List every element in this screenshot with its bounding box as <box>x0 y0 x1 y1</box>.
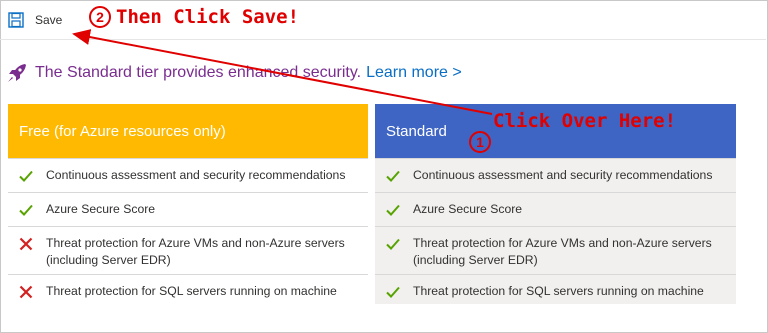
save-icon <box>8 12 24 28</box>
step-2-instruction: Then Click Save! <box>116 6 300 28</box>
free-feature-row: Threat protection for SQL servers runnin… <box>8 274 368 304</box>
checkmark-icon <box>386 238 400 250</box>
rocket-icon <box>8 64 26 82</box>
upgrade-banner: The Standard tier provides enhanced secu… <box>6 58 462 88</box>
feature-label: Continuous assessment and security recom… <box>46 168 346 182</box>
cross-icon <box>19 285 33 298</box>
command-bar: Save <box>0 0 766 40</box>
step-1-badge: 1 <box>469 131 491 153</box>
learn-more-link[interactable]: Learn more > <box>366 64 462 82</box>
free-tier-title: Free (for Azure resources only) <box>8 104 368 158</box>
standard-feature-row: Threat protection for SQL servers runnin… <box>375 274 736 304</box>
checkmark-icon <box>19 204 33 216</box>
free-feature-row: Continuous assessment and security recom… <box>8 158 368 192</box>
banner-message: The Standard tier provides enhanced secu… <box>35 64 362 81</box>
feature-label: Threat protection for SQL servers runnin… <box>46 284 337 298</box>
free-feature-row: Azure Secure Score <box>8 192 368 226</box>
cross-icon <box>19 237 33 250</box>
standard-tier-card[interactable]: Standard Continuous assessment and secur… <box>375 104 736 304</box>
feature-label: Azure Secure Score <box>46 202 156 216</box>
standard-feature-row: Azure Secure Score <box>375 192 736 226</box>
save-button[interactable]: Save <box>8 9 62 31</box>
feature-label: Azure Secure Score <box>413 202 523 216</box>
free-tier-card[interactable]: Free (for Azure resources only) Continuo… <box>8 104 368 304</box>
standard-feature-row: Continuous assessment and security recom… <box>375 158 736 192</box>
save-label: Save <box>35 13 63 27</box>
feature-label: Threat protection for SQL servers runnin… <box>413 284 704 298</box>
free-feature-row: Threat protection for Azure VMs and non-… <box>8 226 368 274</box>
feature-label: Threat protection for Azure VMs and non-… <box>46 236 345 267</box>
checkmark-icon <box>386 286 400 298</box>
step-1-instruction: Click Over Here! <box>493 110 677 132</box>
checkmark-icon <box>19 170 33 182</box>
feature-label: Continuous assessment and security recom… <box>413 168 713 182</box>
checkmark-icon <box>386 170 400 182</box>
feature-label: Threat protection for Azure VMs and non-… <box>413 236 712 267</box>
checkmark-icon <box>386 204 400 216</box>
standard-feature-row: Threat protection for Azure VMs and non-… <box>375 226 736 274</box>
step-2-badge: 2 <box>89 6 111 28</box>
